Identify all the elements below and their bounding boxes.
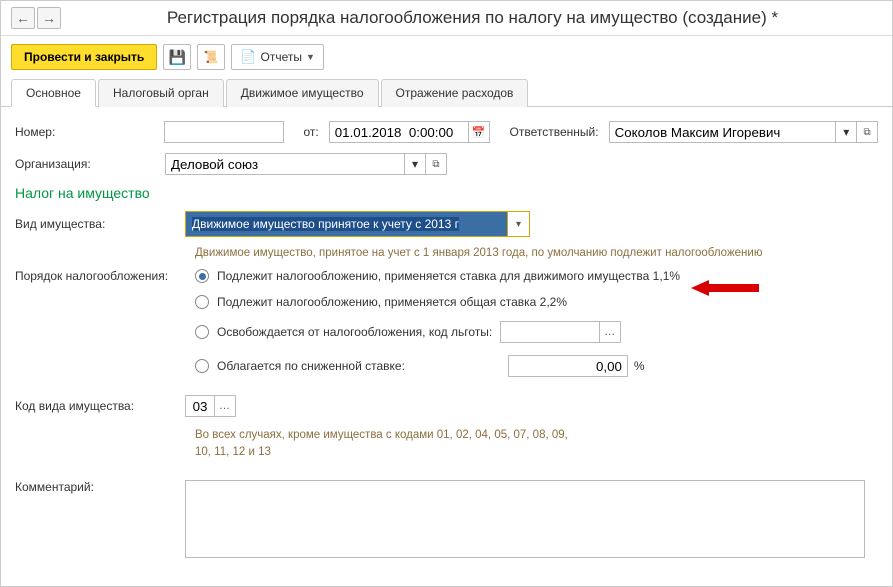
radio-exempt[interactable] (195, 325, 209, 339)
property-code-input[interactable] (185, 395, 215, 417)
organization-dropdown-button[interactable]: ▾ (404, 153, 426, 175)
save-button[interactable]: 💾 (163, 44, 191, 70)
tax-order-label: Порядок налогообложения: (15, 269, 195, 389)
organization-open-button[interactable]: ⧉ (425, 153, 447, 175)
radio-reduced-rate-label[interactable]: Облагается по сниженной ставке: (217, 359, 405, 373)
property-type-label: Вид имущества: (15, 217, 185, 231)
number-label: Номер: (15, 125, 164, 139)
document-icon: 📄 (240, 49, 256, 65)
post-button[interactable]: 📜 (197, 44, 225, 70)
scroll-icon: 📜 (204, 50, 219, 64)
property-code-label: Код вида имущества: (15, 399, 185, 413)
arrow-annotation (691, 278, 761, 298)
forward-button[interactable]: → (37, 7, 61, 29)
exempt-code-picker-button[interactable]: … (599, 321, 621, 343)
responsible-input[interactable] (609, 121, 837, 143)
property-type-dropdown-button[interactable]: ▾ (507, 212, 529, 236)
responsible-open-button[interactable]: ⧉ (856, 121, 878, 143)
post-and-close-button[interactable]: Провести и закрыть (11, 44, 157, 70)
dots-icon: … (219, 400, 231, 412)
radio-exempt-label[interactable]: Освобождается от налогообложения, код ль… (217, 325, 492, 339)
date-input[interactable] (329, 121, 469, 143)
chevron-down-icon: ▾ (843, 125, 849, 139)
from-label: от: (304, 125, 319, 139)
property-type-select[interactable]: Движимое имущество принятое к учету с 20… (185, 211, 530, 237)
organization-label: Организация: (15, 157, 165, 171)
code-hint: Во всех случаях, кроме имущества с кодам… (195, 427, 575, 462)
chevron-down-icon: ▼ (306, 52, 315, 62)
comment-textarea[interactable] (185, 480, 865, 558)
comment-label: Комментарий: (15, 480, 185, 494)
property-type-value: Движимое имущество принятое к учету с 20… (192, 217, 459, 231)
save-icon: 💾 (169, 49, 186, 66)
reports-button[interactable]: 📄 Отчеты ▼ (231, 44, 324, 70)
tab-expense-reflection[interactable]: Отражение расходов (381, 79, 529, 107)
radio-movable-rate[interactable] (195, 269, 209, 283)
radio-reduced-rate[interactable] (195, 359, 209, 373)
section-title-tax: Налог на имущество (15, 185, 878, 201)
percent-label: % (634, 359, 645, 373)
calendar-button[interactable]: 📅 (468, 121, 490, 143)
tab-tax-authority[interactable]: Налоговый орган (98, 79, 224, 107)
reduced-rate-input[interactable] (508, 355, 628, 377)
open-icon: ⧉ (864, 127, 871, 138)
reports-label: Отчеты (261, 50, 302, 64)
responsible-dropdown-button[interactable]: ▾ (835, 121, 857, 143)
tab-main[interactable]: Основное (11, 79, 96, 107)
radio-movable-rate-label[interactable]: Подлежит налогообложению, применяется ст… (217, 269, 680, 283)
chevron-down-icon: ▾ (412, 157, 418, 171)
form-body: Номер: от: 📅 Ответственный: ▾ ⧉ Организа… (1, 107, 892, 582)
open-icon: ⧉ (432, 159, 439, 170)
back-button[interactable]: ← (11, 7, 35, 29)
property-code-picker-button[interactable]: … (214, 395, 236, 417)
number-input[interactable] (164, 121, 284, 143)
property-hint: Движимое имущество, принятое на учет с 1… (195, 247, 878, 259)
tab-movable-property[interactable]: Движимое имущество (226, 79, 379, 107)
toolbar: Провести и закрыть 💾 📜 📄 Отчеты ▼ (1, 36, 892, 78)
calendar-icon: 📅 (472, 126, 486, 139)
chevron-down-icon: ▾ (516, 219, 521, 230)
dots-icon: … (604, 326, 616, 338)
page-title: Регистрация порядка налогообложения по н… (63, 8, 882, 28)
tabs: Основное Налоговый орган Движимое имущес… (1, 78, 892, 107)
radio-general-rate-label[interactable]: Подлежит налогообложению, применяется об… (217, 295, 567, 309)
topbar: ← → Регистрация порядка налогообложения … (1, 1, 892, 36)
exempt-code-input[interactable] (500, 321, 600, 343)
radio-general-rate[interactable] (195, 295, 209, 309)
responsible-label: Ответственный: (510, 125, 599, 139)
organization-input[interactable] (165, 153, 405, 175)
